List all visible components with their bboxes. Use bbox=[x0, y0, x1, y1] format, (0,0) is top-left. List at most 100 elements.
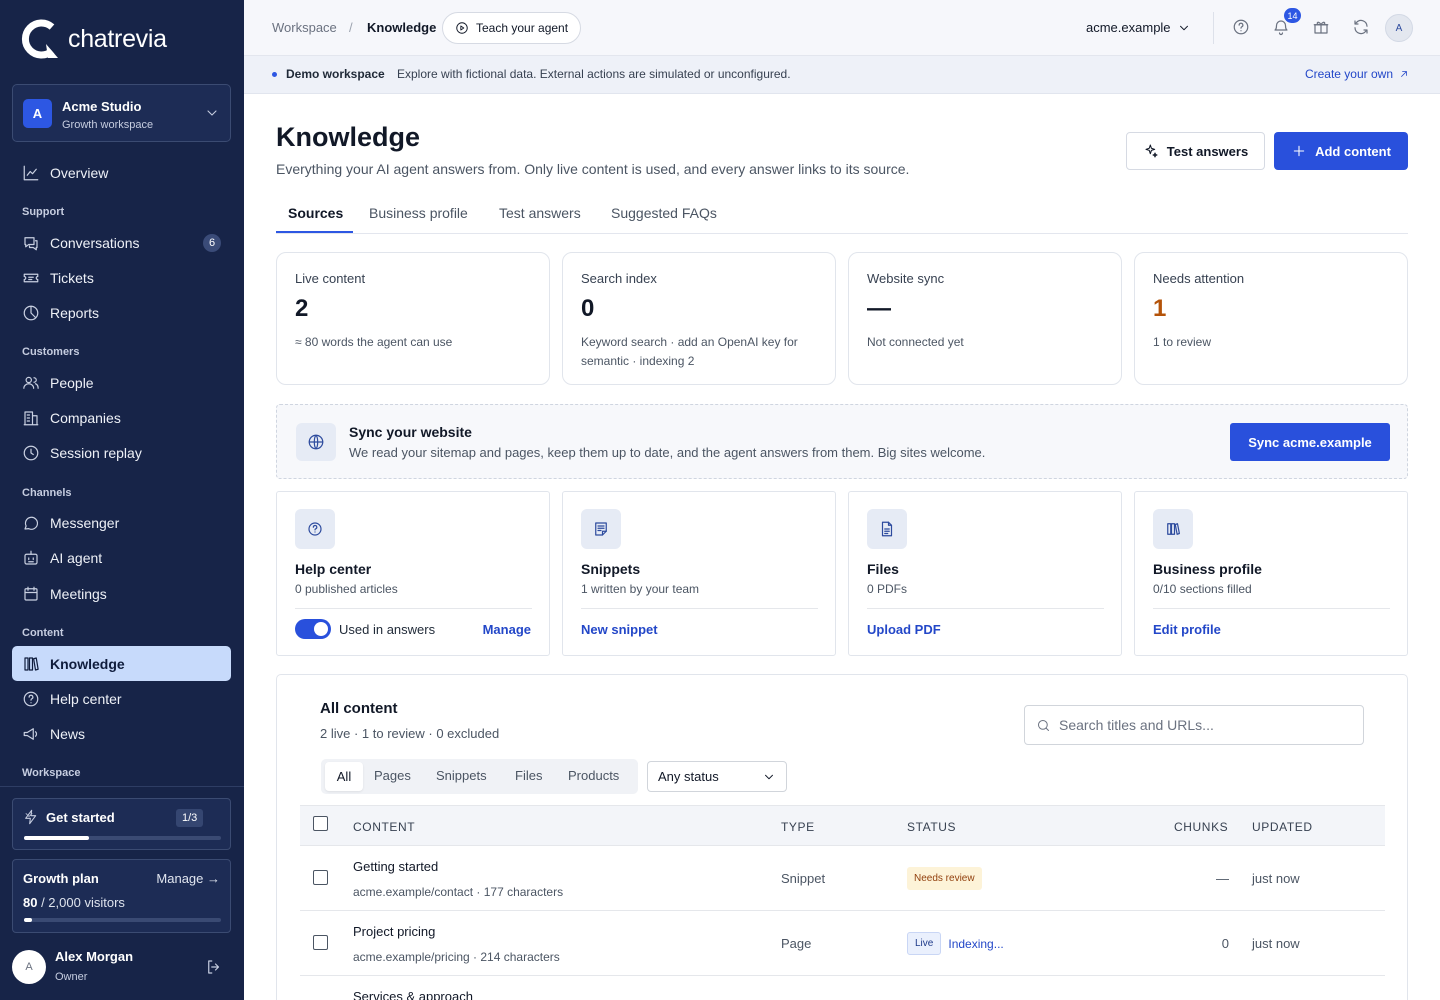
breadcrumb-workspace[interactable]: Workspace bbox=[272, 20, 337, 35]
filter-files[interactable]: Files bbox=[515, 768, 542, 783]
column-content[interactable]: CONTENT bbox=[353, 820, 415, 834]
plus-icon bbox=[1291, 143, 1307, 159]
create-your-own-link[interactable]: Create your own bbox=[1305, 67, 1410, 81]
row-checkbox[interactable] bbox=[313, 870, 328, 885]
nav-people[interactable]: People bbox=[12, 365, 231, 400]
row-title[interactable]: Getting started bbox=[353, 859, 438, 874]
column-updated[interactable]: UPDATED bbox=[1252, 820, 1313, 834]
status-filter-select[interactable]: Any status bbox=[647, 761, 787, 792]
pie-chart-icon bbox=[22, 304, 40, 322]
banner-text: Explore with fictional data. External ac… bbox=[397, 67, 791, 81]
refresh-icon[interactable] bbox=[1352, 18, 1370, 36]
stat-subtext: 1 to review bbox=[1153, 335, 1212, 349]
edit-profile-link[interactable]: Edit profile bbox=[1153, 622, 1221, 637]
row-checkbox[interactable] bbox=[313, 935, 328, 950]
table-row[interactable]: Getting started acme.example/contact · 1… bbox=[300, 846, 1385, 911]
plan-usage-fill bbox=[24, 918, 32, 922]
status-dot bbox=[272, 72, 277, 77]
logout-icon[interactable] bbox=[205, 958, 223, 976]
indexing-status: Indexing... bbox=[948, 936, 1004, 951]
table-header: CONTENT TYPE STATUS CHUNKS UPDATED bbox=[300, 805, 1385, 846]
row-title[interactable]: Project pricing bbox=[353, 924, 435, 939]
nav-conversations-label: Conversations bbox=[50, 234, 140, 251]
plan-usage-used: 80 bbox=[23, 895, 38, 910]
workspace-avatar: A bbox=[23, 99, 52, 128]
nav-overview[interactable]: Overview bbox=[12, 155, 231, 190]
help-circle-icon bbox=[22, 690, 40, 708]
nav-conversations[interactable]: Conversations 6 bbox=[12, 225, 231, 260]
stat-value: — bbox=[867, 295, 891, 322]
gift-icon[interactable] bbox=[1312, 18, 1330, 36]
workspace-switcher[interactable]: A Acme Studio Growth workspace bbox=[12, 84, 231, 142]
column-status[interactable]: STATUS bbox=[907, 820, 956, 834]
filter-snippets[interactable]: Snippets bbox=[436, 768, 487, 783]
row-subtitle: acme.example/pricing · 214 characters bbox=[353, 950, 560, 964]
nav-meetings[interactable]: Meetings bbox=[12, 576, 231, 611]
nav-session-replay-label: Session replay bbox=[50, 444, 142, 461]
domain-selector[interactable]: acme.example bbox=[1086, 20, 1191, 35]
stat-subtext: Keyword search · add an OpenAI key for s… bbox=[581, 335, 798, 368]
add-content-label: Add content bbox=[1315, 143, 1391, 159]
row-type: Snippet bbox=[781, 871, 826, 886]
filter-all[interactable]: All bbox=[325, 762, 363, 791]
test-answers-button[interactable]: Test answers bbox=[1126, 132, 1265, 170]
nav-session-replay[interactable]: Session replay bbox=[12, 435, 231, 470]
search-input[interactable] bbox=[1059, 717, 1339, 733]
select-all-checkbox[interactable] bbox=[313, 816, 328, 831]
plan-usage-bar bbox=[24, 918, 221, 922]
used-in-answers-toggle[interactable] bbox=[295, 619, 331, 639]
row-title[interactable]: Services & approach bbox=[353, 989, 473, 1000]
content-search[interactable] bbox=[1024, 705, 1364, 745]
nav-companies[interactable]: Companies bbox=[12, 400, 231, 435]
tab-test-answers[interactable]: Test answers bbox=[499, 205, 581, 221]
tab-sources[interactable]: Sources bbox=[288, 205, 343, 221]
nav-help-center[interactable]: Help center bbox=[12, 681, 231, 716]
add-content-button[interactable]: Add content bbox=[1274, 132, 1408, 170]
column-chunks[interactable]: CHUNKS bbox=[1174, 820, 1228, 834]
account-avatar[interactable]: A bbox=[1385, 14, 1413, 42]
nav-tickets[interactable]: Tickets bbox=[12, 260, 231, 295]
tab-suggested-faqs[interactable]: Suggested FAQs bbox=[611, 205, 717, 221]
upload-pdf-link[interactable]: Upload PDF bbox=[867, 622, 941, 637]
domain-label: acme.example bbox=[1086, 20, 1171, 35]
tab-business-profile[interactable]: Business profile bbox=[369, 205, 468, 221]
plan-manage-link[interactable]: Manage → bbox=[156, 871, 220, 886]
bot-icon bbox=[22, 549, 40, 567]
chevron-down-icon bbox=[23, 809, 35, 821]
nav-ai-agent[interactable]: AI agent bbox=[12, 540, 231, 575]
chatrevia-logo-icon bbox=[21, 19, 58, 59]
stat-label: Search index bbox=[581, 271, 657, 286]
new-snippet-link[interactable]: New snippet bbox=[581, 622, 658, 637]
nav-overview-label: Overview bbox=[50, 164, 109, 181]
column-type[interactable]: TYPE bbox=[781, 820, 815, 834]
brand-logo[interactable]: chatrevia bbox=[20, 18, 167, 60]
source-title: Snippets bbox=[581, 561, 641, 577]
type-filter: All Pages Snippets Files Products bbox=[321, 759, 638, 794]
megaphone-icon bbox=[22, 725, 40, 743]
nav-companies-label: Companies bbox=[50, 409, 121, 426]
stat-card-needs-attention[interactable]: Needs attention 1 1 to review bbox=[1134, 252, 1408, 385]
filter-pages[interactable]: Pages bbox=[374, 768, 411, 783]
sync-website-button[interactable]: Sync acme.example bbox=[1230, 423, 1390, 461]
building-icon bbox=[22, 409, 40, 427]
table-row[interactable]: Services & approach bbox=[300, 976, 1385, 1000]
nav-section-channels: Channels bbox=[22, 487, 72, 499]
nav-messenger[interactable]: Messenger bbox=[12, 505, 231, 540]
get-started-card[interactable]: Get started 1/3 bbox=[12, 798, 231, 850]
nav-reports[interactable]: Reports bbox=[12, 295, 231, 330]
all-content-title: All content bbox=[320, 700, 398, 717]
library-icon bbox=[22, 655, 40, 673]
table-row[interactable]: Project pricing acme.example/pricing · 2… bbox=[300, 911, 1385, 976]
nav-knowledge[interactable]: Knowledge bbox=[12, 646, 231, 681]
source-card-help-center: Help center 0 published articles Used in… bbox=[276, 491, 550, 656]
banner-title: Demo workspace bbox=[286, 67, 385, 81]
breadcrumb-current: Knowledge bbox=[367, 20, 437, 35]
nav-news[interactable]: News bbox=[12, 716, 231, 751]
filter-products[interactable]: Products bbox=[568, 768, 619, 783]
teach-agent-button[interactable]: Teach your agent bbox=[442, 12, 582, 44]
user-avatar[interactable]: A bbox=[12, 950, 46, 984]
manage-help-center-link[interactable]: Manage bbox=[483, 622, 531, 637]
nav-section-workspace: Workspace bbox=[22, 767, 81, 779]
stat-value: 0 bbox=[581, 295, 595, 322]
help-icon[interactable] bbox=[1232, 18, 1250, 36]
